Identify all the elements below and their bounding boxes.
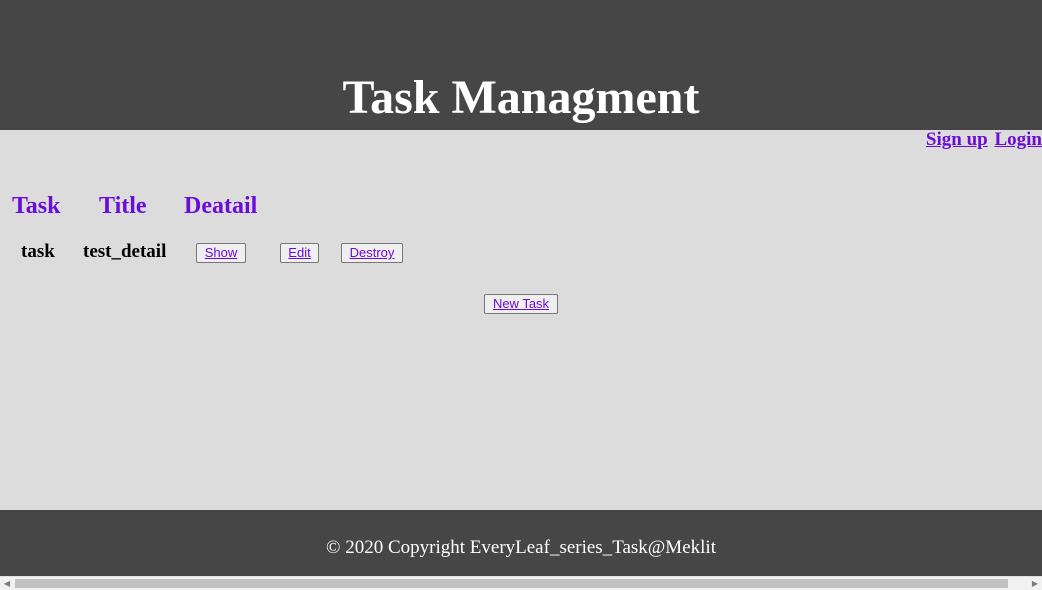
edit-button[interactable]: Edit	[280, 243, 319, 263]
page-title: Task Managment	[342, 71, 700, 124]
login-link[interactable]: Login	[994, 129, 1042, 150]
title-cell: test_detail	[83, 241, 167, 262]
column-header-task: Task	[12, 193, 61, 219]
signup-link[interactable]: Sign up	[926, 129, 988, 150]
header-bar: Task Managment	[0, 0, 1042, 130]
footer-copyright: © 2020 Copyright EveryLeaf_series_Task@M…	[326, 537, 716, 558]
scroll-left-icon[interactable]: ◀	[0, 578, 14, 590]
destroy-button[interactable]: Destroy	[341, 243, 403, 263]
column-header-title: Title	[99, 193, 147, 219]
horizontal-scrollbar[interactable]: ◀ ▶	[0, 576, 1042, 590]
scroll-right-icon[interactable]: ▶	[1028, 578, 1042, 590]
new-task-button[interactable]: New Task	[484, 294, 558, 314]
show-button[interactable]: Show	[196, 243, 246, 263]
column-header-detail: Deatail	[184, 193, 258, 219]
auth-links: Sign up Login	[924, 129, 1042, 151]
scrollbar-thumb[interactable]	[15, 579, 1008, 588]
footer: © 2020 Copyright EveryLeaf_series_Task@M…	[0, 510, 1042, 576]
task-cell: task	[21, 241, 55, 262]
